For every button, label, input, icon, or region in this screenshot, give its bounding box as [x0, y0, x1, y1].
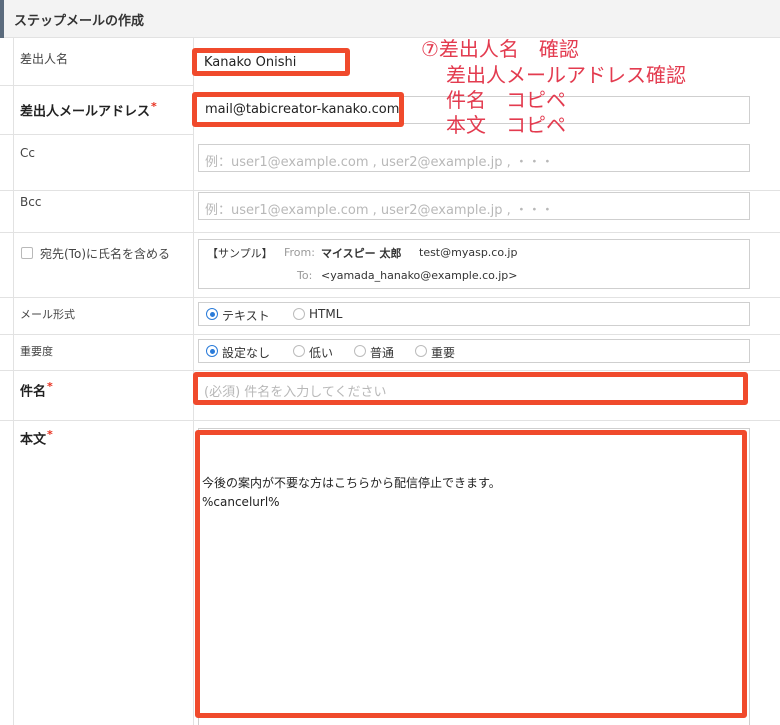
sample-to-email: <yamada_hanako@example.co.jp>	[321, 269, 518, 282]
sample-preview-box: 【サンプル】 From: マイスピー 太郎 test@myasp.co.jp T…	[198, 239, 750, 289]
row-divider	[0, 297, 780, 298]
subject-label-text: 件名	[20, 384, 47, 400]
mail-format-html-radio[interactable]	[293, 308, 305, 320]
row-divider	[0, 85, 193, 86]
subject-label: 件名*	[20, 380, 53, 399]
row-divider	[0, 420, 780, 421]
sample-from-label: From:	[284, 246, 315, 259]
annotation-line-3: 件名 コピペ	[446, 88, 566, 112]
priority-high-label: 重要	[431, 346, 456, 360]
mail-format-text-radio[interactable]	[206, 308, 218, 320]
required-mark: *	[47, 428, 53, 441]
sender-email-highlight	[192, 92, 404, 127]
subject-highlight	[193, 372, 748, 405]
row-divider	[0, 370, 780, 371]
annotation-line-4: 本文 コピペ	[446, 113, 566, 137]
required-mark: *	[47, 380, 53, 393]
sender-name-highlight	[192, 48, 350, 76]
to-name-checkbox[interactable]	[21, 247, 33, 259]
cc-label: Cc	[20, 146, 35, 160]
row-divider	[0, 190, 780, 191]
priority-none-radio[interactable]	[206, 345, 218, 357]
mail-format-label: メール形式	[20, 308, 75, 321]
annotation-line-2: 差出人メールアドレス確認	[446, 63, 686, 87]
sample-from-name: マイスピー 太郎	[321, 247, 402, 260]
sample-tag: 【サンプル】	[207, 247, 273, 260]
required-mark: *	[151, 100, 157, 113]
bcc-placeholder: 例：user1@example.com , user2@example.jp ,…	[205, 203, 554, 218]
cc-input[interactable]: 例：user1@example.com , user2@example.jp ,…	[198, 144, 750, 172]
page-title: ステップメールの作成	[14, 14, 145, 29]
page-header: ステップメールの作成	[0, 0, 780, 38]
priority-group: 設定なし 低い 普通 重要	[198, 339, 750, 363]
annotation-line-1: ⑦差出人名 確認	[421, 37, 579, 61]
priority-normal-label: 普通	[370, 346, 395, 360]
sender-email-label-text: 差出人メールアドレス	[20, 104, 151, 120]
sample-to-label: To:	[297, 269, 313, 282]
mail-format-html-label: HTML	[309, 307, 343, 321]
left-border	[13, 38, 14, 725]
cc-placeholder: 例：user1@example.com , user2@example.jp ,…	[205, 155, 554, 170]
row-divider	[0, 134, 193, 135]
row-divider	[0, 334, 780, 335]
sender-email-label: 差出人メールアドレス*	[20, 100, 157, 119]
priority-low-label: 低い	[309, 346, 334, 360]
priority-none-label: 設定なし	[222, 346, 271, 360]
row-divider	[0, 232, 780, 233]
body-label-text: 本文	[20, 432, 47, 448]
priority-high-radio[interactable]	[415, 345, 427, 357]
priority-low-radio[interactable]	[293, 345, 305, 357]
sample-from-email: test@myasp.co.jp	[419, 246, 518, 259]
sender-name-label: 差出人名	[20, 52, 69, 66]
mail-format-group: テキスト HTML	[198, 302, 750, 326]
bcc-label: Bcc	[20, 195, 42, 209]
body-label: 本文*	[20, 428, 53, 447]
to-name-checkbox-label: 宛先(To)に氏名を含める	[40, 247, 170, 261]
body-highlight	[195, 430, 747, 718]
priority-normal-radio[interactable]	[354, 345, 366, 357]
mail-format-text-label: テキスト	[222, 309, 270, 323]
priority-label: 重要度	[20, 345, 53, 358]
header-accent-bar	[0, 0, 4, 38]
bcc-input[interactable]: 例：user1@example.com , user2@example.jp ,…	[198, 192, 750, 220]
